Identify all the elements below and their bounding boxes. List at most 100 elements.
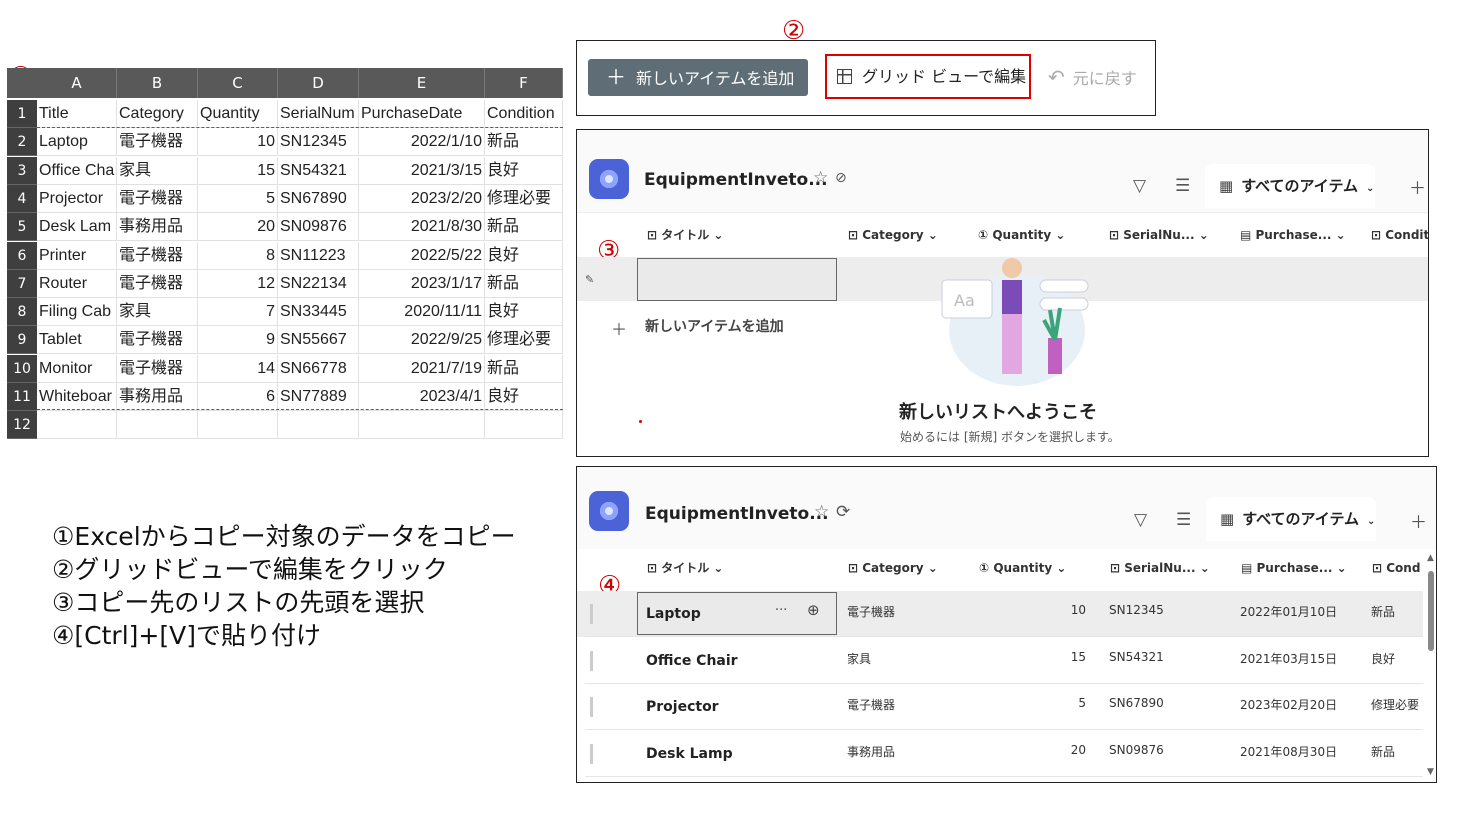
col-header-quantity[interactable]: ① Quantity ⌄ [979,561,1066,575]
excel-cell[interactable]: 2021/3/15 [359,157,485,185]
view-options-icon[interactable]: ☰ [1175,176,1190,196]
excel-cell[interactable]: SN22134 [278,270,359,298]
col-header-title[interactable]: ⊡ タイトル ⌄ [647,226,723,243]
list-row[interactable]: Desk Lamp 事務用品 20 SN09876 2021年08月30日 新品 [577,731,1423,777]
excel-cell[interactable]: Monitor [37,355,117,383]
excel-cell[interactable]: SN11223 [278,242,359,270]
excel-cell[interactable]: Tablet [37,326,117,354]
excel-col-header[interactable]: A [37,68,117,98]
excel-cell[interactable]: 事務用品 [117,213,198,241]
scroll-up-icon[interactable]: ▲ [1427,553,1434,563]
excel-cell[interactable]: 2023/2/20 [359,185,485,213]
scrollbar-thumb[interactable] [1428,571,1434,651]
excel-row-number[interactable]: 7 [7,270,37,298]
excel-col-header[interactable]: C [198,68,278,98]
filter-icon[interactable]: ▽ [1134,510,1147,530]
excel-cell[interactable]: Office Cha [37,157,117,185]
add-new-item-link[interactable]: 新しいアイテムを追加 [645,316,784,336]
excel-cell[interactable]: 新品 [485,355,563,383]
excel-cell[interactable]: 15 [198,157,278,185]
excel-cell[interactable]: SN09876 [278,213,359,241]
add-view-icon[interactable]: ＋ [1410,508,1427,533]
add-view-icon[interactable]: ＋ [1409,174,1426,199]
excel-cell[interactable] [359,411,485,439]
excel-cell[interactable]: 2022/1/10 [359,128,485,156]
view-options-icon[interactable]: ☰ [1176,510,1191,530]
filter-icon[interactable]: ▽ [1133,176,1146,196]
star-icon[interactable]: ☆ [813,168,828,188]
more-options-icon[interactable]: ··· [775,603,787,618]
excel-cell[interactable]: 2023/4/1 [359,383,485,411]
excel-header-cell[interactable]: Condition [485,100,563,128]
excel-row-number[interactable]: 6 [7,242,37,270]
col-header-serial[interactable]: ⊡ SerialNu... ⌄ [1110,561,1210,575]
row-drag-handle[interactable] [590,744,593,764]
excel-cell[interactable]: 9 [198,326,278,354]
excel-cell[interactable]: 新品 [485,270,563,298]
excel-header-cell[interactable]: PurchaseDate [359,100,485,128]
excel-header-cell[interactable]: Category [117,100,198,128]
excel-col-header[interactable]: D [278,68,359,98]
excel-cell[interactable]: 良好 [485,383,563,411]
excel-col-header[interactable]: B [117,68,198,98]
col-header-category[interactable]: ⊡ Category ⌄ [848,228,938,242]
excel-header-cell[interactable]: Title [37,100,117,128]
excel-cell[interactable]: 修理必要 [485,326,563,354]
excel-col-header[interactable]: F [485,68,563,98]
excel-cell[interactable]: 電子機器 [117,242,198,270]
excel-row-number[interactable]: 1 [7,100,37,128]
scroll-down-icon[interactable]: ▼ [1427,767,1434,777]
excel-header-cell[interactable]: SerialNum [278,100,359,128]
excel-cell[interactable]: 12 [198,270,278,298]
excel-cell[interactable]: SN55667 [278,326,359,354]
excel-cell[interactable]: 新品 [485,213,563,241]
excel-row-number[interactable]: 3 [7,157,37,185]
excel-row-number[interactable]: 8 [7,298,37,326]
excel-row-number[interactable]: 10 [7,355,37,383]
excel-cell[interactable]: 6 [198,383,278,411]
col-header-category[interactable]: ⊡ Category ⌄ [848,561,938,575]
view-tab-all-items[interactable]: ▦ すべてのアイテム ⌄ [1206,497,1376,541]
excel-cell[interactable]: 2020/11/11 [359,298,485,326]
excel-cell[interactable]: 8 [198,242,278,270]
grid-view-edit-button[interactable]: グリッド ビューで編集 [825,54,1031,99]
excel-row-number[interactable]: 5 [7,213,37,241]
excel-cell[interactable]: 良好 [485,242,563,270]
excel-cell[interactable]: Router [37,270,117,298]
excel-cell[interactable]: 電子機器 [117,270,198,298]
excel-cell[interactable]: 2021/7/19 [359,355,485,383]
excel-row-number[interactable]: 2 [7,128,37,156]
col-header-condition[interactable]: ⊡ Condit [1371,228,1428,242]
excel-header-cell[interactable]: Quantity [198,100,278,128]
excel-cell[interactable]: 電子機器 [117,128,198,156]
row-drag-handle[interactable] [590,697,593,717]
add-item-button[interactable]: ＋ 新しいアイテムを追加 [588,59,808,96]
view-tab-all-items[interactable]: ▦ すべてのアイテム ⌄ [1205,164,1375,208]
excel-cell[interactable]: 修理必要 [485,185,563,213]
excel-cell[interactable]: 家具 [117,298,198,326]
excel-cell[interactable]: 電子機器 [117,326,198,354]
col-header-purchase[interactable]: ▤ Purchase... ⌄ [1240,228,1346,242]
excel-cell[interactable]: 2021/8/30 [359,213,485,241]
col-header-quantity[interactable]: ① Quantity ⌄ [978,228,1065,242]
excel-cell[interactable]: SN33445 [278,298,359,326]
excel-cell[interactable]: Projector [37,185,117,213]
excel-cell[interactable]: Laptop [37,128,117,156]
selected-title-cell[interactable] [637,258,837,301]
excel-cell[interactable] [198,411,278,439]
row-drag-handle[interactable] [590,604,593,624]
excel-cell[interactable]: 14 [198,355,278,383]
excel-cell[interactable]: 良好 [485,298,563,326]
excel-cell[interactable] [278,411,359,439]
excel-cell[interactable]: SN54321 [278,157,359,185]
excel-cell[interactable]: Whiteboar [37,383,117,411]
excel-cell[interactable]: SN77889 [278,383,359,411]
excel-cell[interactable]: Printer [37,242,117,270]
excel-cell[interactable] [37,411,117,439]
col-header-serial[interactable]: ⊡ SerialNu... ⌄ [1109,228,1209,242]
undo-button[interactable]: ↶ 元に戻す [1048,59,1137,97]
excel-cell[interactable]: 電子機器 [117,185,198,213]
excel-cell[interactable]: SN12345 [278,128,359,156]
excel-row-number[interactable]: 4 [7,185,37,213]
excel-cell[interactable]: 2022/9/25 [359,326,485,354]
